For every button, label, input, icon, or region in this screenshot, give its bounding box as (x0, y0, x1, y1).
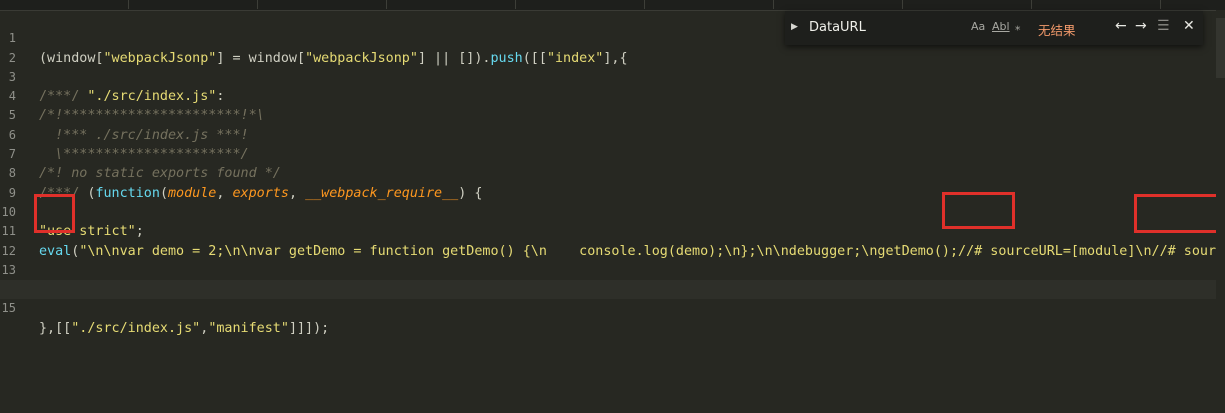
match-case-icon[interactable]: Aa (971, 20, 985, 33)
code-line: 3 /***/ "./src/index.js": (0, 49, 1225, 104)
whole-word-icon[interactable]: Abl (992, 20, 1010, 33)
code-line: 11 eval("\n\nvar demo = 2;\n\nvar getDem… (0, 203, 1225, 258)
tab[interactable] (129, 0, 258, 9)
line-number: 15 (1, 301, 16, 316)
tab[interactable] (516, 0, 645, 9)
code-line: 13 /***/ }) (0, 242, 1225, 297)
tab[interactable] (903, 0, 1032, 9)
tab[interactable] (0, 0, 129, 9)
close-icon[interactable]: ✕ (1183, 18, 1195, 34)
code-line: 12 (0, 222, 1225, 258)
code-line: 6 \**********************/ (0, 107, 1225, 162)
next-match-icon[interactable]: → (1135, 18, 1147, 34)
find-result-count: 无结果 (1038, 23, 1076, 38)
find-in-selection-icon[interactable]: ☰ (1157, 18, 1170, 34)
find-widget: ▶ DataURL Aa Abl ⁎ 无结果 ← → ☰ ✕ (785, 11, 1203, 45)
code-line: 8 /***/ (function(module, exports, __web… (0, 145, 1225, 200)
code-line: 7 /*! no static exports found */ (0, 126, 1225, 181)
code-line: 14 (0, 261, 1225, 296)
tab[interactable] (1032, 0, 1161, 9)
toggle-replace-icon[interactable]: ▶ (791, 22, 798, 32)
tab[interactable] (387, 0, 516, 9)
code-line: 10 "use strict"; (0, 184, 1225, 239)
tab[interactable] (258, 0, 387, 9)
code-line: 5 !*** ./src/index.js ***! (0, 87, 1225, 142)
vertical-scrollbar[interactable] (1216, 10, 1225, 413)
tab[interactable] (774, 0, 903, 9)
tab[interactable] (645, 0, 774, 9)
line-text: },[["./src/index.js","manifest"]]]); (39, 320, 330, 336)
find-input[interactable]: DataURL (809, 20, 866, 35)
previous-match-icon[interactable]: ← (1115, 18, 1127, 34)
scrollbar-thumb[interactable] (1216, 18, 1225, 78)
code-line-active: 15 },[["./src/index.js","manifest"]]]); (0, 280, 1225, 336)
code-line: 9 (0, 164, 1225, 200)
code-editor[interactable]: 1 (window["webpackJsonp"] = window["webp… (0, 10, 1225, 413)
code-line: 4 /*!**********************!*\ (0, 68, 1225, 123)
regex-icon[interactable]: ⁎ (1015, 20, 1021, 33)
